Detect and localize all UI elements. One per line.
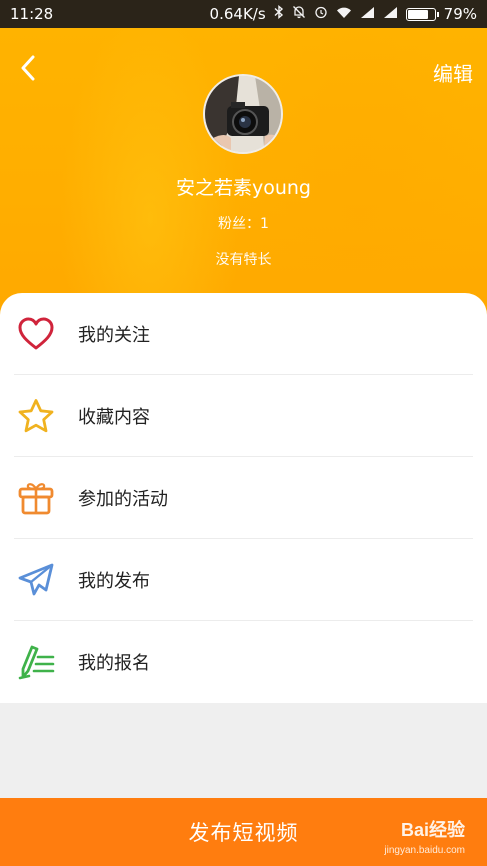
menu-card: 我的关注 收藏内容 参加的活动 我的发布 我的报名: [0, 293, 487, 703]
signal-icon-2: [383, 6, 398, 22]
bluetooth-icon: [274, 5, 284, 23]
profile-name: 安之若素young: [175, 177, 311, 199]
menu-item-label: 参加的活动: [78, 489, 168, 510]
menu-item-signups[interactable]: 我的报名: [0, 621, 487, 703]
publish-video-label: 发布短视频: [188, 821, 299, 845]
edit-button[interactable]: 编辑: [433, 58, 473, 87]
status-indicators: 0.64K/s 79%: [210, 5, 477, 23]
star-icon: [16, 396, 56, 436]
fans-count: 粉丝：1: [218, 216, 269, 232]
battery-percent: 79%: [443, 5, 477, 23]
paper-plane-icon: [16, 560, 56, 600]
menu-item-activities[interactable]: 参加的活动: [0, 457, 487, 539]
profile-specialty: 没有特长: [215, 252, 272, 268]
heart-icon: [16, 314, 56, 354]
menu-item-label: 我的关注: [78, 325, 150, 346]
signal-icon: [360, 6, 375, 22]
alarm-icon: [314, 5, 328, 23]
network-speed: 0.64K/s: [209, 5, 266, 23]
status-bar: 11:28 0.64K/s 79%: [0, 0, 487, 28]
gift-icon: [16, 478, 56, 518]
chevron-left-icon: [21, 55, 35, 81]
menu-item-label: 我的报名: [78, 653, 150, 674]
status-time: 11:28: [10, 5, 54, 23]
notifications-off-icon: [292, 5, 306, 23]
watermark-url: jingyan.baidu.com: [384, 845, 465, 856]
menu-item-following[interactable]: 我的关注: [0, 293, 487, 375]
menu-item-label: 我的发布: [78, 571, 150, 592]
avatar-photo: [205, 76, 281, 152]
menu-item-publications[interactable]: 我的发布: [0, 539, 487, 621]
signup-pen-icon: [16, 642, 56, 682]
wifi-icon: [336, 6, 352, 23]
back-button[interactable]: [12, 50, 44, 86]
profile-header: 编辑 安之若素young 粉丝：1 没有特长: [0, 28, 487, 328]
avatar[interactable]: [203, 74, 283, 154]
watermark-logo: Bai经验: [400, 820, 465, 840]
battery-icon: [405, 7, 439, 21]
battery-level-fill: [407, 9, 429, 19]
menu-item-label: 收藏内容: [78, 407, 150, 428]
menu-item-favorites[interactable]: 收藏内容: [0, 375, 487, 457]
